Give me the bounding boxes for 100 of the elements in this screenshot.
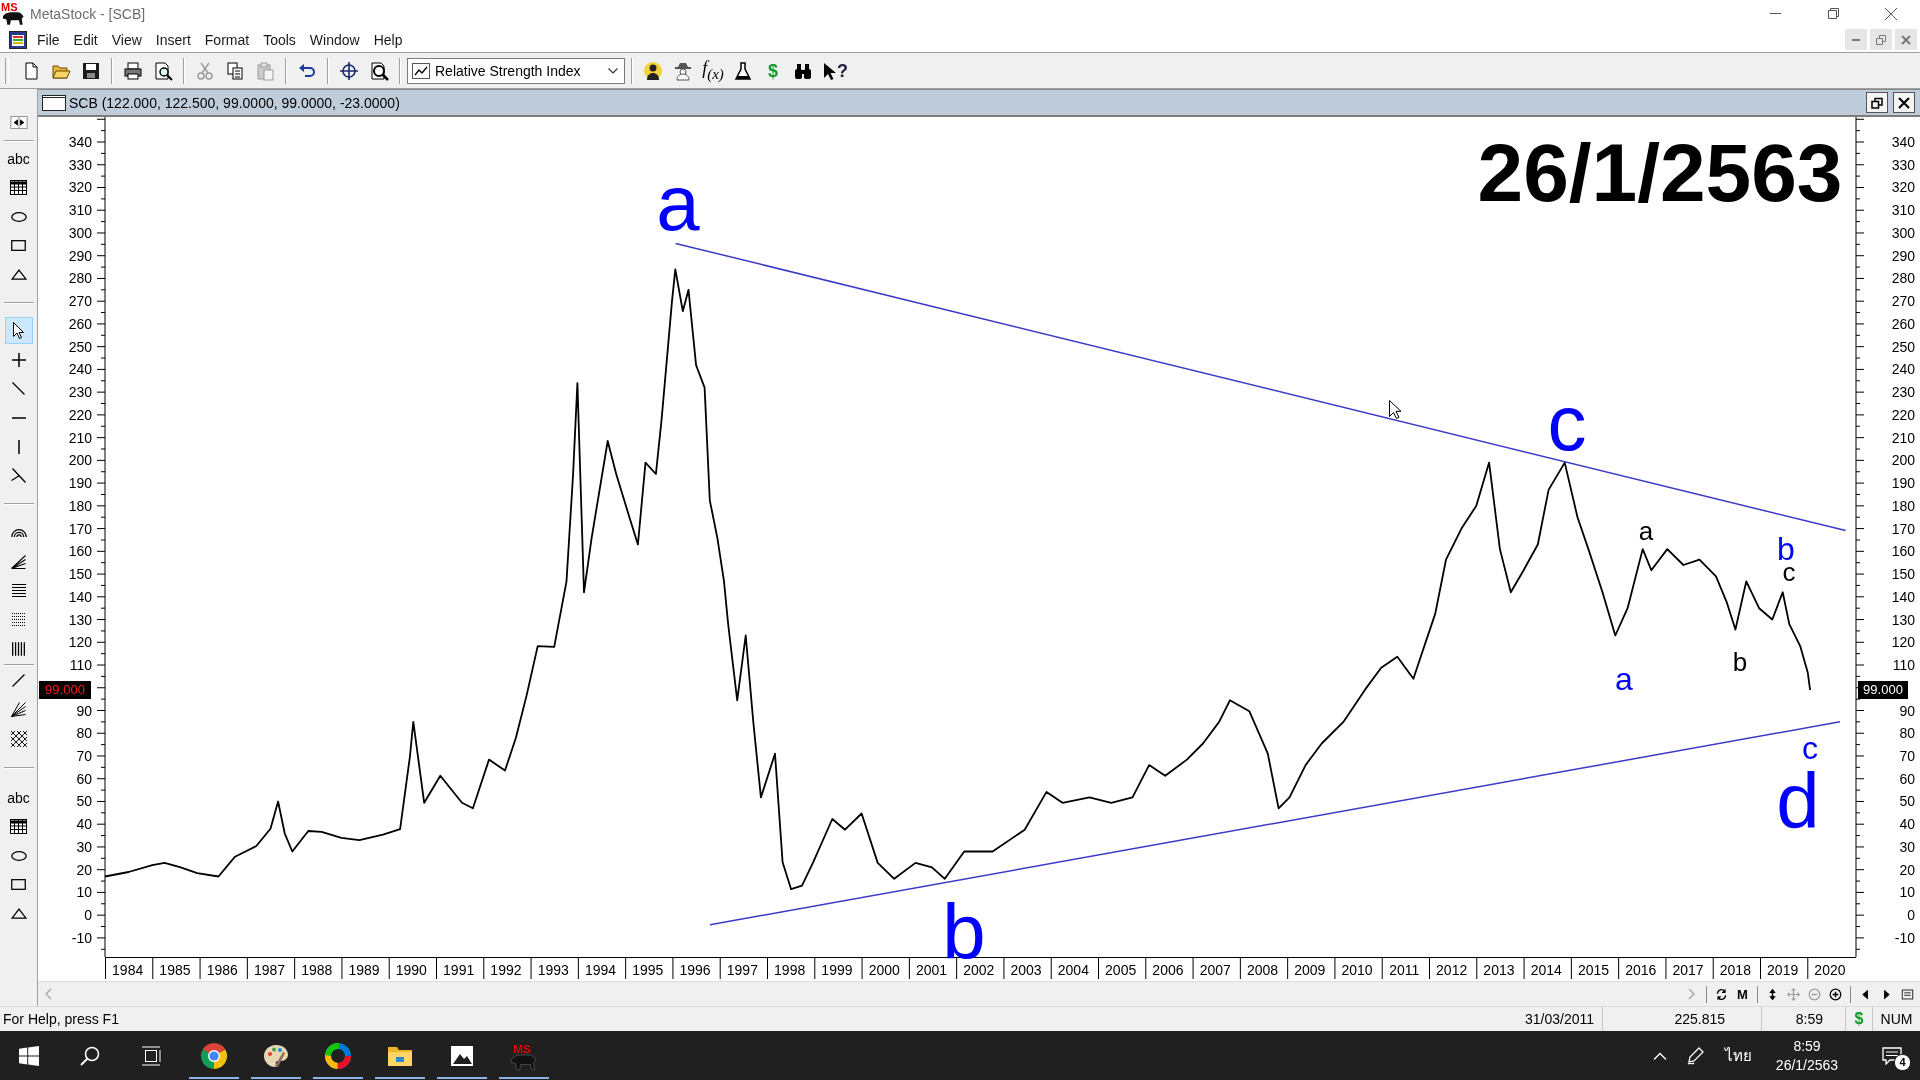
y-axis-label: 280 <box>68 270 92 287</box>
vertical-line-icon <box>17 439 20 454</box>
y-axis-label: 160 <box>1891 543 1915 560</box>
minimize-button[interactable] <box>1845 29 1867 50</box>
app-window-icon <box>9 30 27 49</box>
x-axis-label: 1986 <box>206 962 238 978</box>
rectangle-icon <box>11 240 26 251</box>
menu-item[interactable]: Format <box>197 28 257 51</box>
x-axis-label: 1989 <box>348 962 380 978</box>
search-icon <box>80 1045 100 1066</box>
vertical-lines-icon <box>12 641 25 656</box>
y-axis-label: 150 <box>68 566 92 583</box>
x-axis-label: 1988 <box>301 962 333 978</box>
menu-item[interactable]: Window <box>302 28 367 51</box>
menu-item[interactable]: Tools <box>256 28 303 51</box>
chart-title: SCB (122.000, 122.500, 99.0000, 99.0000, -23.0000) <box>69 94 400 111</box>
plus-icon <box>11 352 26 367</box>
windows-logo-icon <box>19 1045 39 1066</box>
menu-item[interactable]: Insert <box>148 28 198 51</box>
x-axis-label: 2018 <box>1719 962 1751 978</box>
close-button[interactable] <box>1893 92 1915 113</box>
y-axis-label: 140 <box>68 588 92 605</box>
help-button[interactable]: ? <box>819 56 849 85</box>
y-axis-label: 310 <box>1891 202 1915 219</box>
x-axis-label: 1987 <box>253 962 286 978</box>
y-axis-label: 280 <box>1891 270 1915 287</box>
text-tool-button[interactable]: abc <box>4 145 33 172</box>
minimize-icon <box>1852 38 1860 41</box>
menu-item[interactable]: Help <box>366 28 410 51</box>
wave-label: c <box>1782 562 1796 582</box>
x-axis-label: 1994 <box>584 962 617 978</box>
y-axis-label: 240 <box>1891 361 1915 378</box>
y-axis-label: 230 <box>68 384 92 401</box>
restore-button[interactable] <box>1866 92 1888 113</box>
ellipse-icon <box>10 850 27 861</box>
y-axis-label: 120 <box>1891 634 1915 651</box>
y-axis-label: 120 <box>68 634 92 651</box>
y-axis-label: 330 <box>1891 156 1915 173</box>
flask-icon <box>733 60 753 81</box>
y-axis-label: 20 <box>1899 861 1915 878</box>
status-pane: 31/03/2011 <box>1523 1010 1595 1029</box>
y-axis-label: 60 <box>1899 770 1915 787</box>
y-axis-label: 270 <box>68 293 92 310</box>
x-axis-label: 2003 <box>1010 962 1042 978</box>
crosshair-icon <box>339 60 359 81</box>
window-title: MetaStock - [SCB] <box>30 5 146 22</box>
zoom-icon <box>369 60 389 81</box>
y-axis-label: 170 <box>1891 520 1915 537</box>
x-axis-label: 1990 <box>395 962 427 978</box>
y-axis-label: 140 <box>1891 588 1915 605</box>
y-axis-label: 270 <box>1891 293 1915 310</box>
indicator-dropdown[interactable]: Relative Strength Index <box>407 57 625 84</box>
clock-button[interactable]: 8:59 26/1/2563 <box>1764 1031 1850 1080</box>
y-axis-label: 90 <box>76 702 92 719</box>
close-icon <box>1901 34 1911 45</box>
text-tool-button[interactable]: abc <box>4 784 33 811</box>
y-axis-label: 320 <box>68 179 92 196</box>
tricolor-circle-icon <box>200 1041 228 1070</box>
formula-button[interactable]: f$_{(x)}$ <box>699 56 727 85</box>
y-axis-label: 290 <box>68 247 92 264</box>
x-axis-label: 2012 <box>1436 962 1468 978</box>
x-axis-label: 2020 <box>1814 962 1846 978</box>
x-axis-label: 2000 <box>868 962 900 978</box>
y-axis-label: 10 <box>76 884 92 901</box>
y-axis-label: 130 <box>1891 611 1915 628</box>
list-box-icon <box>1901 987 1914 1001</box>
x-axis-label: 2017 <box>1672 962 1704 978</box>
caret-up-icon <box>1653 1051 1667 1060</box>
close-icon <box>1885 7 1897 20</box>
line-chart-icon <box>412 62 430 79</box>
drawing-tool-button[interactable] <box>4 317 33 344</box>
y-axis-label: 70 <box>1899 748 1915 764</box>
y-axis-label: 190 <box>1891 475 1915 492</box>
x-axis-label: 1997 <box>726 962 758 978</box>
menu-item[interactable]: View <box>104 28 149 51</box>
date-text: 26/1/2563 <box>1477 142 1843 204</box>
diagonal-line-icon <box>12 382 25 395</box>
close-icon <box>1898 96 1910 109</box>
wave-label: b <box>1777 537 1795 561</box>
pen-icon <box>1685 1045 1705 1066</box>
menu-item[interactable]: File <box>30 28 67 51</box>
copy-pages-icon <box>225 60 245 81</box>
menu-item[interactable]: Edit <box>66 28 105 51</box>
x-axis-label: 2013 <box>1483 962 1515 978</box>
y-axis-label: 210 <box>68 429 92 446</box>
color-ring-icon <box>324 1041 352 1070</box>
language-indicator[interactable]: ไทย <box>1715 1031 1762 1080</box>
left-right-arrows-icon <box>9 116 28 129</box>
y-axis-label: 20 <box>76 861 92 878</box>
notifications-button[interactable]: 4 <box>1864 1031 1920 1080</box>
y-axis-label: 0 <box>84 907 92 924</box>
x-axis-label: 1985 <box>159 962 191 978</box>
last-price-marker: 99.000 <box>1858 681 1908 700</box>
task-view-icon <box>141 1045 163 1066</box>
wave-label: c <box>1547 394 1587 452</box>
y-axis-label: 300 <box>1891 224 1915 241</box>
y-axis-label: -10 <box>1894 929 1915 946</box>
chart-mode-button[interactable]: M <box>1732 984 1753 1004</box>
wave-label: a <box>656 174 700 232</box>
x-axis-label: 2001 <box>915 962 948 978</box>
